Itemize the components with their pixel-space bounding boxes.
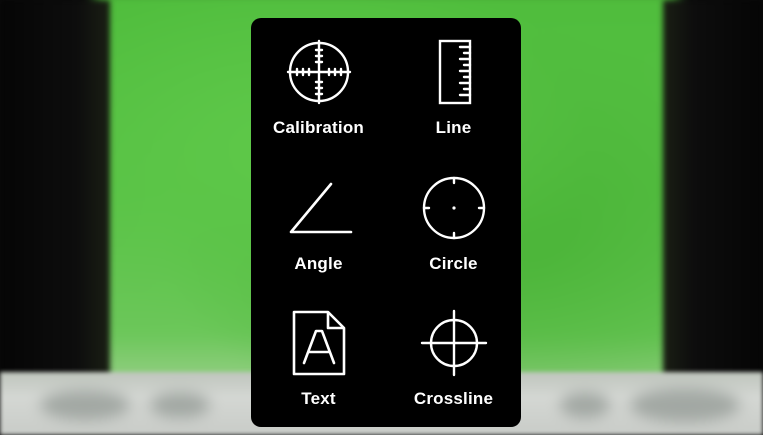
menu-item-circle[interactable]: Circle — [386, 158, 521, 294]
menu-item-crossline[interactable]: Crossline — [386, 293, 521, 429]
menu-item-label: Angle — [294, 254, 343, 273]
ruler-icon — [438, 39, 471, 105]
measure-tool-menu: Calibration Line Angle Circle Text Cross… — [251, 18, 521, 427]
angle-icon — [289, 182, 352, 234]
menu-item-line[interactable]: Line — [386, 22, 521, 158]
background-right-shadow — [663, 0, 763, 400]
calibration-crosshair-icon — [286, 39, 351, 105]
menu-item-label: Crossline — [413, 389, 494, 408]
circle-icon — [422, 176, 485, 240]
menu-item-angle[interactable]: Angle — [251, 158, 386, 294]
menu-item-label: Circle — [429, 254, 478, 273]
crosshair-icon — [420, 309, 487, 377]
text-document-icon — [292, 310, 345, 376]
menu-item-label: Calibration — [273, 118, 364, 137]
menu-item-label: Text — [301, 389, 336, 408]
menu-item-label: Line — [435, 118, 472, 137]
background-left-shadow — [0, 0, 110, 400]
menu-item-text[interactable]: Text — [251, 293, 386, 429]
menu-item-calibration[interactable]: Calibration — [251, 22, 386, 158]
